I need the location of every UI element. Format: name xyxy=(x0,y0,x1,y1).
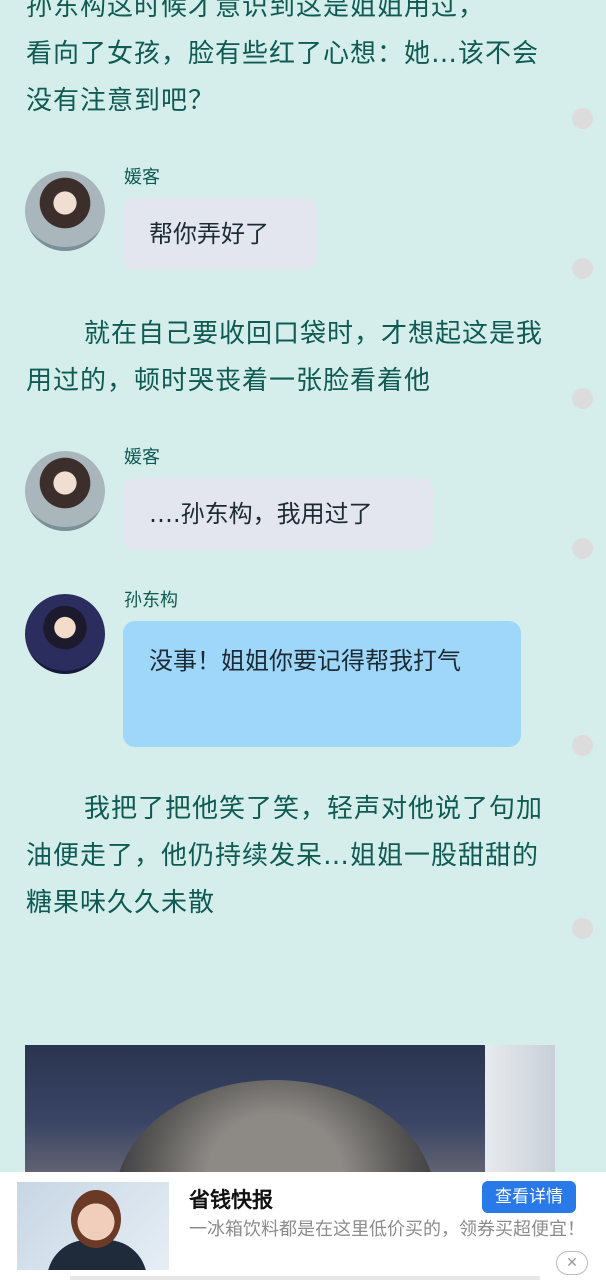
story-text: 我把了把他笑了笑，轻声对他说了句加油便走了，他仍持续发呆…姐姐一股甜甜的糖果味久… xyxy=(26,794,544,918)
close-icon[interactable]: ✕ xyxy=(556,1251,588,1275)
avatar-yuanke[interactable] xyxy=(25,451,105,531)
ad-thumbnail-face xyxy=(71,1190,121,1248)
paragraph-comment-dot[interactable] xyxy=(572,388,593,409)
photo-background xyxy=(485,1045,555,1185)
story-paragraph: 我把了把他笑了笑，轻声对他说了句加油便走了，他仍持续发呆…姐姐一股甜甜的糖果味久… xyxy=(26,786,546,927)
ad-details-button[interactable]: 查看详情 xyxy=(482,1181,576,1213)
ad-title: 省钱快报 xyxy=(189,1188,273,1212)
paragraph-comment-dot[interactable] xyxy=(572,735,593,756)
avatar-sun-dongjun[interactable] xyxy=(25,594,105,674)
ad-thumbnail[interactable] xyxy=(17,1182,169,1270)
paragraph-comment-dot[interactable] xyxy=(572,918,593,939)
ad-description: 一冰箱饮料都是在这里低价买的，领券买超便宜！ xyxy=(189,1219,585,1240)
ad-banner[interactable]: 省钱快报 查看详情 一冰箱饮料都是在这里低价买的，领券买超便宜！ xyxy=(0,1172,606,1280)
paragraph-comment-dot[interactable] xyxy=(572,258,593,279)
speaker-name: 媛客 xyxy=(124,167,160,188)
ad-bottom-bar xyxy=(70,1276,540,1280)
story-photo[interactable] xyxy=(25,1045,555,1185)
chat-bubble: 帮你弄好了 xyxy=(123,198,317,270)
speaker-name: 孙东构 xyxy=(124,590,178,611)
photo-hair xyxy=(115,1080,435,1185)
avatar-yuanke[interactable] xyxy=(25,171,105,251)
paragraph-comment-dot[interactable] xyxy=(572,538,593,559)
speaker-name: 媛客 xyxy=(124,447,160,468)
story-text: 就在自己要收回口袋时，才想起这是我用过的，顿时哭丧着一张脸看着他 xyxy=(26,319,544,396)
story-text: 看向了女孩，脸有些红了心想：她…该不会没有注意到吧？ xyxy=(26,39,540,116)
chat-bubble: 没事！姐姐你要记得帮我打气 xyxy=(123,621,521,747)
story-text-partial: 孙东构这时候才意识到这是姐姐用过， xyxy=(26,0,486,22)
chat-bubble: ….孙东构，我用过了 xyxy=(123,478,433,550)
story-paragraph: 就在自己要收回口袋时，才想起这是我用过的，顿时哭丧着一张脸看着他 xyxy=(26,311,546,405)
paragraph-comment-dot[interactable] xyxy=(572,108,593,129)
story-paragraph-intro: 孙东构这时候才意识到这是姐姐用过， 看向了女孩，脸有些红了心想：她…该不会没有注… xyxy=(26,0,546,125)
